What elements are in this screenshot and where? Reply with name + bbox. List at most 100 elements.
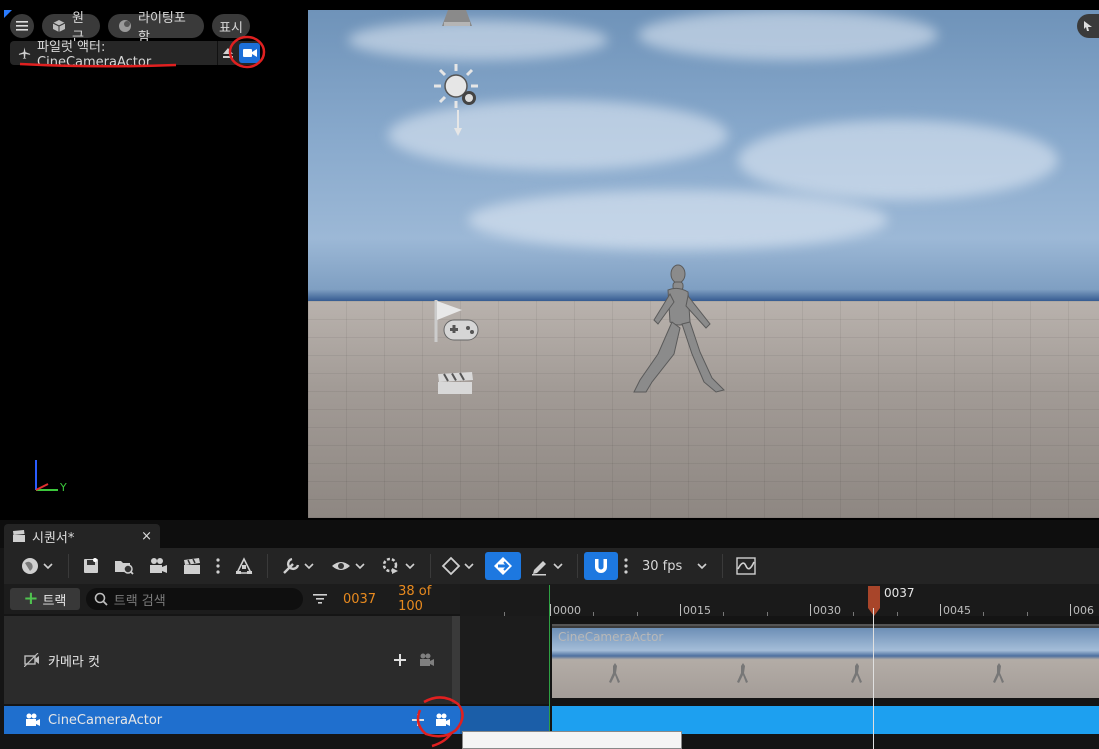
ruler-major-tick <box>810 604 811 616</box>
axis-gizmo <box>35 460 58 491</box>
cine-camera-track-label-wrap: CineCameraActor <box>24 713 162 728</box>
curve-editor-button[interactable] <box>729 552 763 580</box>
playback-options-dropdown[interactable] <box>374 552 424 580</box>
camera-icon[interactable] <box>418 653 434 667</box>
track-filter-row: + 트랙 트랙 검색 0037 38 of 100 <box>4 584 460 614</box>
toolbar-separator <box>722 554 724 578</box>
clapper-icon <box>184 558 200 574</box>
lighting-sphere-icon <box>119 20 131 32</box>
filter-icon <box>313 594 327 604</box>
pencil-dropdown-icon <box>532 561 563 576</box>
show-label: 표시 <box>219 20 243 36</box>
camera-lock-toggle[interactable] <box>239 43 260 63</box>
playback-start-marker[interactable] <box>549 585 550 749</box>
mannequin-thumbnail <box>609 663 620 683</box>
pilot-actor-label: 파일럿 액터: CineCameraActor <box>37 40 152 70</box>
add-section-icon[interactable] <box>394 654 406 666</box>
timeline-ruler[interactable]: 0000 0015 0030 0045 006 0037 <box>460 584 1099 617</box>
select-mode-button[interactable] <box>1077 14 1099 38</box>
camera-cut-track[interactable]: 카메라 컷 <box>4 616 452 704</box>
clapperboard-icon <box>13 530 25 542</box>
pilot-camera-preview <box>4 10 308 518</box>
hamburger-icon <box>16 21 28 31</box>
pilot-actor-label-wrap: 파일럿 액터: CineCameraActor <box>10 36 217 70</box>
track-area[interactable]: CineCameraActor <box>460 616 1099 749</box>
tools-dropdown[interactable] <box>274 552 324 580</box>
save-button[interactable] <box>75 552 107 580</box>
pilot-actor-bar: 파일럿 액터: CineCameraActor <box>10 40 260 70</box>
lighting-button[interactable]: 라이팅포함 <box>108 11 204 45</box>
skylight-icon <box>442 10 472 26</box>
player-start-icon <box>434 300 479 342</box>
find-in-browser-button[interactable] <box>107 552 141 580</box>
ruler-major-tick <box>940 604 941 616</box>
video-camera-icon <box>242 49 257 57</box>
render-movie-button[interactable] <box>141 552 175 580</box>
cine-camera-section[interactable] <box>552 706 1099 734</box>
cine-camera-actions <box>412 713 450 727</box>
filter-button[interactable] <box>311 593 329 605</box>
tooltip <box>462 731 682 749</box>
mannequin-thumbnail <box>993 663 1004 683</box>
snap-options-button[interactable] <box>618 552 634 580</box>
frame-rate-dropdown[interactable]: 30 fps <box>634 559 716 574</box>
add-track-label: 트랙 <box>42 593 67 609</box>
perspective-button[interactable]: 원근 <box>42 11 100 45</box>
scene-render[interactable] <box>308 10 1099 518</box>
sequencer-tab[interactable]: 시퀀서* × <box>4 524 160 548</box>
toolbar-separator <box>577 554 578 578</box>
camera-lock-icon[interactable] <box>434 713 450 727</box>
camera-cut-label: 카메라 컷 <box>48 654 100 670</box>
add-track-button[interactable]: + 트랙 <box>10 588 80 610</box>
search-placeholder: 트랙 검색 <box>113 593 166 609</box>
ruler-major-tick <box>1070 604 1071 616</box>
mannequin-thumbnail <box>737 663 748 683</box>
toolbar-separator <box>430 554 431 578</box>
track-outliner: 카메라 컷 CineCameraActor <box>4 616 460 749</box>
save-icon <box>84 558 98 573</box>
auto-key-toggle[interactable] <box>485 552 521 580</box>
playhead-handle[interactable] <box>868 586 880 616</box>
diamond-dropdown-icon <box>441 556 474 576</box>
edit-mode-dropdown[interactable] <box>525 552 571 580</box>
eject-icon <box>222 48 233 58</box>
sequencer-tab-title: 시퀀서* <box>32 530 75 546</box>
toolbar-separator <box>267 554 268 578</box>
plus-icon: + <box>23 588 39 609</box>
view-options-dropdown[interactable] <box>324 552 374 580</box>
eject-pilot-button[interactable] <box>216 41 238 65</box>
level-viewport[interactable]: 원근 라이팅포함 표시 파일럿 액터: CineCameraActor Y <box>0 0 1099 520</box>
eye-dropdown-icon <box>332 562 365 570</box>
viewport-menu-button[interactable] <box>10 14 34 38</box>
airplane-icon <box>18 47 31 59</box>
frame-count-label: 38 of 100 <box>398 584 432 614</box>
add-track-icon[interactable] <box>412 714 424 726</box>
more-options-button[interactable] <box>209 552 227 580</box>
mannequin-character[interactable] <box>618 262 728 394</box>
frame-rate-label: 30 fps <box>642 558 683 574</box>
camera-cut-section[interactable]: CineCameraActor <box>552 624 1099 698</box>
cine-camera-track[interactable]: CineCameraActor <box>4 706 460 734</box>
outliner-scrollbar[interactable] <box>452 616 460 704</box>
magnet-icon <box>595 559 607 573</box>
close-tab-icon[interactable]: × <box>141 529 152 544</box>
chevron-down-icon <box>697 563 707 570</box>
snap-toggle[interactable] <box>584 552 618 580</box>
playhead-frame-label: 0037 <box>884 586 915 600</box>
hierarchy-button[interactable] <box>227 552 261 580</box>
track-search-input[interactable]: 트랙 검색 <box>85 588 304 610</box>
toolbar-separator <box>68 554 69 578</box>
camera-thumbnail <box>808 628 936 698</box>
world-button[interactable] <box>12 552 62 580</box>
cloud <box>468 190 888 250</box>
wrench-dropdown-icon <box>283 557 314 574</box>
cinematic-button[interactable] <box>175 552 209 580</box>
camera-cut-icon <box>24 653 39 667</box>
hierarchy-icon <box>235 557 253 574</box>
key-interpolation-dropdown[interactable] <box>437 552 481 580</box>
show-button[interactable]: 표시 <box>212 14 250 38</box>
cine-camera-label: CineCameraActor <box>48 712 163 728</box>
current-frame-field[interactable]: 0037 <box>343 592 376 607</box>
curve-editor-icon <box>736 557 756 575</box>
camera-actor-icon <box>26 713 40 726</box>
